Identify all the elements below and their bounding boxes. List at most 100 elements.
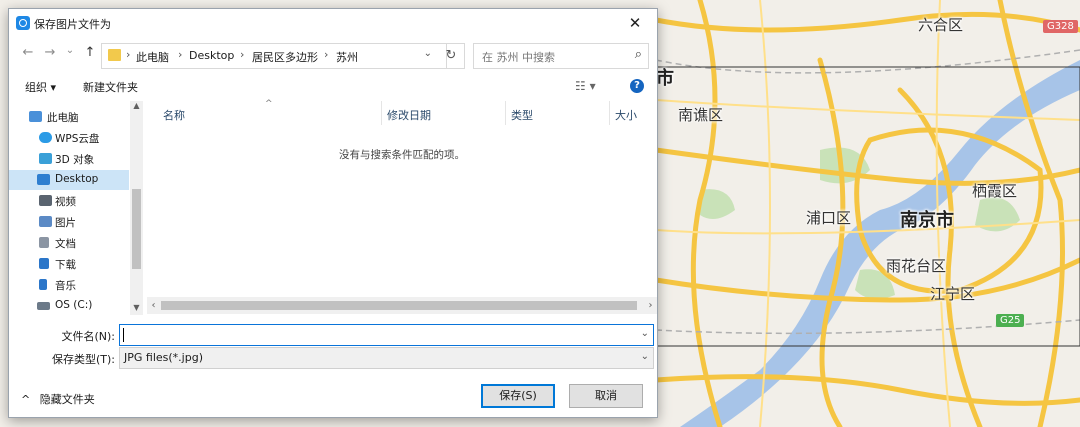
refresh-icon[interactable]: ↻ [438, 43, 465, 69]
map-label-city: 南京市 [900, 210, 954, 231]
help-icon[interactable]: ? [630, 79, 644, 93]
search-input[interactable]: 在 苏州 中搜索 ⌕ [473, 43, 649, 69]
view-options-icon[interactable]: ☷ ▾ [575, 79, 596, 93]
chevron-right-icon: › [324, 48, 329, 61]
highway-shield: G328 [1043, 20, 1078, 33]
nav-item-label: 音乐 [55, 280, 76, 292]
new-folder-button[interactable]: 新建文件夹 [83, 79, 138, 95]
folder-icon [108, 49, 121, 61]
chevron-down-icon[interactable]: ⌄ [641, 351, 649, 362]
download-icon [39, 258, 49, 269]
desktop-icon [37, 174, 50, 185]
navigation-bar: ← → ⌄ ↑ › 此电脑 › Desktop › 居民区多边形 › 苏州 ⌄ … [9, 39, 657, 69]
scroll-down-arrow[interactable]: ▼ [130, 303, 143, 312]
map-label: 六合区 [918, 16, 964, 34]
documents-icon [39, 237, 49, 248]
chevron-down-icon[interactable]: ⌄ [424, 48, 432, 59]
map-label: 栖霞区 [972, 182, 1018, 200]
breadcrumb-item[interactable]: Desktop [189, 49, 234, 62]
search-icon[interactable]: ⌕ [635, 47, 642, 62]
filename-label: 文件名(N): [61, 330, 115, 343]
filetype-select[interactable]: JPG files(*.jpg) ⌄ [119, 347, 654, 369]
chevron-up-icon: ^ [21, 393, 31, 406]
column-header-date[interactable]: 修改日期 [387, 107, 431, 123]
nav-item-label: WPS云盘 [55, 133, 100, 145]
organize-menu[interactable]: 组织 ▾ [25, 79, 56, 95]
map-label: 浦口区 [806, 209, 852, 227]
dialog-title: 保存图片文件为 [34, 18, 111, 31]
music-icon [39, 279, 47, 290]
scrollbar-thumb[interactable] [132, 189, 141, 269]
column-header-name[interactable]: 名称 [163, 107, 185, 123]
nav-item-label: 视频 [55, 196, 76, 208]
filetype-value: JPG files(*.jpg) [124, 351, 203, 364]
nav-item-label: 下载 [55, 259, 76, 271]
nav-item-label: 3D 对象 [55, 154, 95, 166]
nav-item-pictures[interactable]: 图片 [9, 212, 129, 232]
nav-pane-scrollbar[interactable]: ▲ ▼ [130, 101, 143, 315]
file-list-hscrollbar[interactable]: ‹ › [147, 297, 657, 314]
column-divider[interactable] [381, 101, 382, 125]
scroll-up-arrow[interactable]: ▲ [130, 101, 143, 110]
nav-item-videos[interactable]: 视频 [9, 191, 129, 211]
nav-item-label: 此电脑 [47, 112, 79, 124]
scroll-left-arrow[interactable]: ‹ [147, 300, 160, 311]
dialog-titlebar[interactable]: 保存图片文件为 ✕ [9, 9, 657, 37]
nav-item-desktop[interactable]: Desktop [9, 170, 129, 190]
column-divider[interactable] [505, 101, 506, 125]
address-bar[interactable]: › 此电脑 › Desktop › 居民区多边形 › 苏州 ⌄ [101, 43, 447, 69]
toolbar: 组织 ▾ 新建文件夹 ☷ ▾ ? [9, 75, 657, 99]
filetype-label: 保存类型(T): [51, 353, 115, 366]
map-label: 江宁区 [930, 285, 976, 303]
nav-item-os-c[interactable]: OS (C:) [9, 296, 129, 315]
nav-item-this-pc[interactable]: 此电脑 [9, 107, 129, 127]
chevron-right-icon: › [240, 48, 245, 61]
chevron-right-icon: › [178, 48, 183, 61]
scrollbar-thumb[interactable] [161, 301, 637, 310]
pictures-icon [39, 216, 52, 227]
save-dialog: 保存图片文件为 ✕ ← → ⌄ ↑ › 此电脑 › Desktop › 居民区多… [8, 8, 658, 418]
nav-item-music[interactable]: 音乐 [9, 275, 129, 295]
text-caret [123, 328, 124, 342]
sort-ascending-icon: ^ [265, 99, 273, 109]
nav-item-label: Desktop [55, 173, 99, 185]
nav-item-3d-objects[interactable]: 3D 对象 [9, 149, 129, 169]
nav-item-wps-cloud[interactable]: WPS云盘 [9, 128, 129, 148]
computer-icon [29, 111, 42, 122]
map-label: 市 [656, 68, 674, 89]
highway-shield: G25 [996, 314, 1025, 327]
back-arrow-icon[interactable]: ← [19, 45, 37, 60]
cancel-button[interactable]: 取消 [569, 384, 643, 408]
nav-item-label: 文档 [55, 238, 76, 250]
map-label: 雨花台区 [886, 257, 947, 275]
search-placeholder: 在 苏州 中搜索 [482, 51, 555, 64]
column-divider[interactable] [609, 101, 610, 125]
empty-results-message: 没有与搜索条件匹配的项。 [339, 149, 465, 161]
map-label: 南谯区 [678, 106, 724, 124]
up-arrow-icon[interactable]: ↑ [81, 45, 99, 60]
drive-icon [37, 302, 50, 310]
column-header-size[interactable]: 大小 [615, 107, 637, 123]
chevron-right-icon: › [126, 48, 131, 61]
recent-locations-icon[interactable]: ⌄ [61, 45, 79, 56]
breadcrumb-item[interactable]: 苏州 [336, 49, 358, 65]
breadcrumb-item[interactable]: 居民区多边形 [252, 49, 318, 65]
hide-folders-label: 隐藏文件夹 [39, 393, 95, 406]
scroll-right-arrow[interactable]: › [644, 300, 657, 311]
nav-item-downloads[interactable]: 下载 [9, 254, 129, 274]
file-list[interactable]: 名称 ^ 修改日期 类型 大小 没有与搜索条件匹配的项。 [147, 99, 657, 315]
nav-item-documents[interactable]: 文档 [9, 233, 129, 253]
nav-item-label: 图片 [55, 217, 76, 229]
filename-input[interactable]: ⌄ [119, 324, 654, 346]
chevron-down-icon[interactable]: ⌄ [641, 328, 649, 339]
forward-arrow-icon[interactable]: → [41, 45, 59, 60]
navigation-pane: 此电脑 WPS云盘 3D 对象 Desktop 视频 图片 文档 下载 音乐 O… [9, 101, 145, 315]
cube-icon [39, 153, 52, 164]
close-button[interactable]: ✕ [613, 9, 657, 37]
save-button[interactable]: 保存(S) [481, 384, 555, 408]
app-icon [16, 16, 30, 30]
hide-folders-toggle[interactable]: ^ 隐藏文件夹 [21, 391, 95, 407]
nav-item-label: OS (C:) [55, 299, 93, 311]
breadcrumb-item[interactable]: 此电脑 [136, 49, 169, 65]
column-header-type[interactable]: 类型 [511, 107, 533, 123]
